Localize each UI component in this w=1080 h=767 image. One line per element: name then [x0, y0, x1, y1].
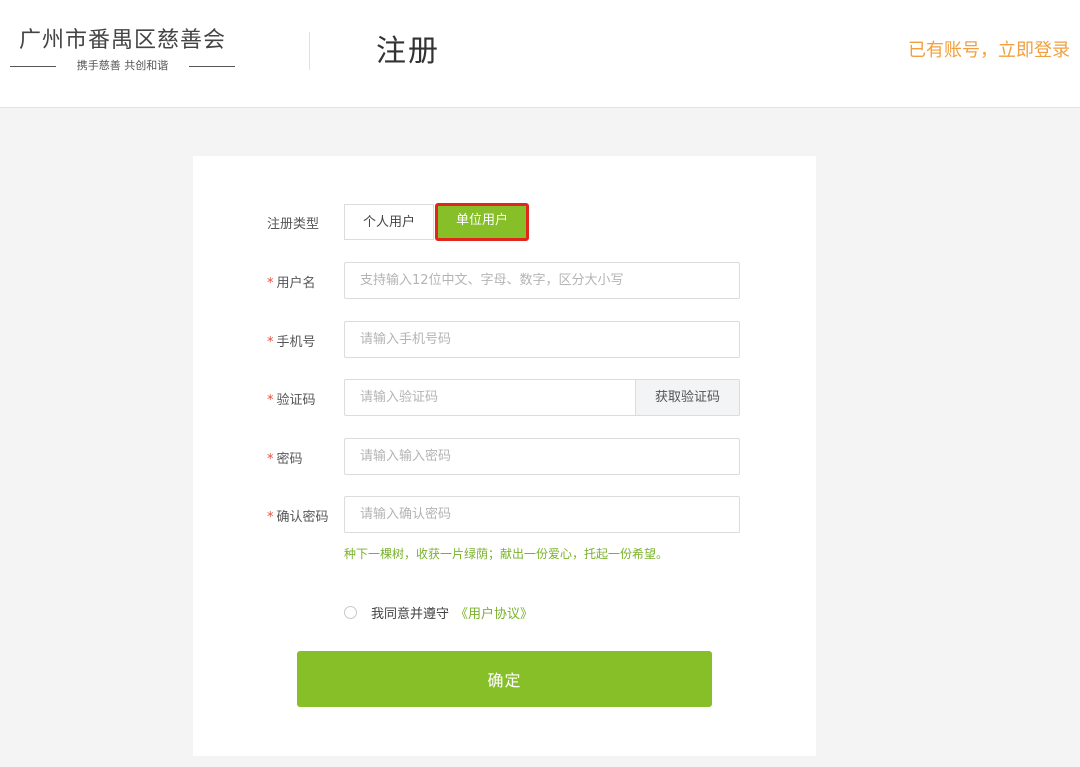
get-code-button[interactable]: 获取验证码: [635, 379, 740, 416]
slogan: 携手慈善 共创和谐: [10, 58, 235, 74]
login-link[interactable]: 已有账号，立即登录: [908, 38, 1070, 64]
type-label: 注册类型: [267, 217, 320, 232]
hint-text: 种下一棵树，收获一片绿荫；献出一份爱心，托起一份希望。: [344, 547, 669, 561]
type-personal-button[interactable]: 个人用户: [344, 204, 434, 240]
code-label: * 验证码: [267, 393, 316, 408]
phone-input[interactable]: [344, 321, 740, 358]
required-mark: *: [267, 335, 274, 350]
phone-row: * 手机号: [193, 321, 816, 358]
username-row: * 用户名: [193, 262, 816, 299]
required-mark: *: [267, 276, 274, 291]
required-mark: *: [267, 393, 274, 408]
header: 广州市番禺区慈善会 携手慈善 共创和谐 注册 已有账号，立即登录: [0, 0, 1080, 108]
password-label: * 密码: [267, 452, 303, 467]
username-label: * 用户名: [267, 276, 316, 291]
code-input[interactable]: [344, 379, 636, 416]
required-mark: *: [267, 510, 274, 525]
password-input[interactable]: [344, 438, 740, 475]
header-divider: [309, 32, 310, 70]
slogan-line-left: [10, 65, 56, 67]
slogan-text: 携手慈善 共创和谐: [76, 59, 169, 72]
submit-button[interactable]: 确定: [297, 651, 712, 707]
register-form: 注册类型 个人用户 单位用户 *用户名 *手机号 *验证码 获取验证码 *密码 …: [193, 156, 816, 756]
username-input[interactable]: [344, 262, 740, 299]
agree-radio[interactable]: [344, 606, 357, 619]
confirm-password-label: * 确认密码: [267, 510, 329, 525]
user-agreement-link[interactable]: 《用户协议》: [455, 603, 533, 622]
org-name: 广州市番禺区慈善会: [18, 28, 226, 53]
type-row: 注册类型 个人用户 单位用户: [193, 203, 816, 241]
confirm-password-input[interactable]: [344, 496, 740, 533]
password-row: * 密码: [193, 438, 816, 475]
page-title: 注册: [376, 34, 440, 69]
type-unit-button[interactable]: 单位用户: [435, 203, 529, 241]
agreement: 我同意并遵守 《用户协议》: [344, 603, 533, 622]
agree-text: 我同意并遵守: [371, 607, 450, 622]
confirm-password-row: * 确认密码: [193, 496, 816, 533]
slogan-line-right: [189, 65, 235, 67]
code-row: *验证码 获取验证码: [193, 379, 816, 416]
phone-label: * 手机号: [267, 335, 316, 350]
required-mark: *: [267, 452, 274, 467]
logo: 广州市番禺区慈善会 携手慈善 共创和谐: [10, 26, 235, 74]
